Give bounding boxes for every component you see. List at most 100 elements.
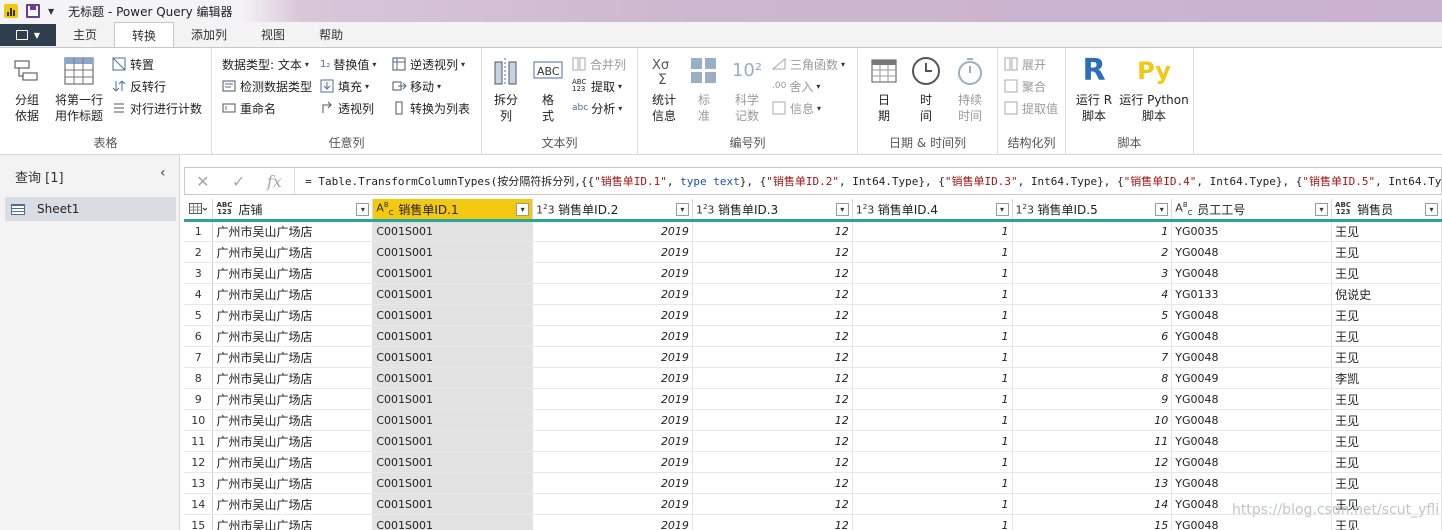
- table-cell[interactable]: YG0048: [1171, 451, 1333, 473]
- table-cell[interactable]: 2019: [532, 493, 693, 515]
- table-cell[interactable]: C001S001: [372, 388, 534, 410]
- table-cell[interactable]: 8: [1012, 367, 1173, 389]
- table-cell[interactable]: 广州市吴山广场店: [212, 262, 374, 284]
- standard-button[interactable]: 标 准: [688, 56, 720, 124]
- table-cell[interactable]: 2019: [532, 514, 693, 530]
- count-rows-button[interactable]: 对行进行计数: [112, 99, 202, 117]
- table-cell[interactable]: 2019: [532, 220, 693, 242]
- table-cell[interactable]: 王见: [1331, 262, 1442, 284]
- table-cell[interactable]: 12: [692, 325, 853, 347]
- table-cell[interactable]: 2019: [532, 241, 693, 263]
- table-cell[interactable]: 1: [852, 241, 1013, 263]
- table-cell[interactable]: 广州市吴山广场店: [212, 430, 374, 452]
- column-header[interactable]: 123 销售单ID.2 ▾: [532, 199, 693, 222]
- table-cell[interactable]: C001S001: [372, 430, 534, 452]
- table-cell[interactable]: 广州市吴山广场店: [212, 304, 374, 326]
- table-menu-button[interactable]: [184, 199, 214, 222]
- table-cell[interactable]: YG0048: [1171, 304, 1333, 326]
- table-cell[interactable]: 12: [692, 262, 853, 284]
- table-cell[interactable]: 12: [692, 388, 853, 410]
- table-cell[interactable]: C001S001: [372, 367, 534, 389]
- table-cell[interactable]: 2019: [532, 451, 693, 473]
- table-cell[interactable]: C001S001: [372, 493, 534, 515]
- merge-columns-button[interactable]: 合并列: [572, 55, 626, 73]
- information-button[interactable]: 信息 ▾: [772, 99, 821, 117]
- aggregate-button[interactable]: 聚合: [1004, 77, 1046, 95]
- table-cell[interactable]: 王见: [1331, 451, 1442, 473]
- extract-button[interactable]: ABC 123 提取 ▾: [572, 77, 622, 95]
- column-type-icon[interactable]: ABC 123: [216, 202, 233, 216]
- confirm-formula-icon[interactable]: ✓: [221, 168, 257, 194]
- table-cell[interactable]: 12: [692, 304, 853, 326]
- fill-button[interactable]: 填充 ▾: [320, 77, 369, 95]
- table-cell[interactable]: YG0133: [1171, 283, 1333, 305]
- table-cell[interactable]: 李凯: [1331, 367, 1442, 389]
- column-header[interactable]: 123 销售单ID.3 ▾: [692, 199, 853, 222]
- table-cell[interactable]: 广州市吴山广场店: [212, 325, 374, 347]
- file-menu-button[interactable]: ▼: [0, 24, 56, 46]
- column-header[interactable]: ABC 员工工号 ▾: [1171, 199, 1333, 222]
- table-cell[interactable]: YG0048: [1171, 241, 1333, 263]
- tab-view[interactable]: 视图: [244, 22, 302, 47]
- table-cell[interactable]: 2019: [532, 304, 693, 326]
- column-type-icon[interactable]: ABC: [376, 201, 393, 217]
- table-cell[interactable]: 王见: [1331, 472, 1442, 494]
- table-cell[interactable]: 2019: [532, 346, 693, 368]
- table-cell[interactable]: 12: [692, 451, 853, 473]
- table-cell[interactable]: 2: [1012, 241, 1173, 263]
- table-cell[interactable]: YG0048: [1171, 388, 1333, 410]
- table-cell[interactable]: 广州市吴山广场店: [212, 220, 374, 242]
- scientific-button[interactable]: 10² 科学 记数: [726, 56, 768, 124]
- table-cell[interactable]: 12: [1012, 451, 1173, 473]
- table-cell[interactable]: C001S001: [372, 514, 534, 530]
- table-cell[interactable]: 10: [1012, 409, 1173, 431]
- parse-button[interactable]: abc 分析 ▾: [572, 99, 622, 117]
- column-type-icon[interactable]: ABC: [1175, 201, 1192, 217]
- table-cell[interactable]: 3: [1012, 262, 1173, 284]
- column-type-icon[interactable]: 123: [856, 204, 874, 216]
- table-cell[interactable]: 广州市吴山广场店: [212, 472, 374, 494]
- cancel-formula-icon[interactable]: ✕: [185, 168, 221, 194]
- group-by-button[interactable]: 分组 依据: [8, 56, 46, 124]
- table-cell[interactable]: 广州市吴山广场店: [212, 346, 374, 368]
- table-cell[interactable]: 1: [852, 367, 1013, 389]
- tab-help[interactable]: 帮助: [302, 22, 360, 47]
- table-cell[interactable]: 2019: [532, 388, 693, 410]
- table-cell[interactable]: 12: [692, 409, 853, 431]
- table-cell[interactable]: 2019: [532, 325, 693, 347]
- column-filter-dropdown-icon[interactable]: ▾: [1425, 203, 1438, 216]
- table-cell[interactable]: 广州市吴山广场店: [212, 451, 374, 473]
- tab-home[interactable]: 主页: [56, 22, 114, 47]
- table-cell[interactable]: 7: [1012, 346, 1173, 368]
- table-cell[interactable]: C001S001: [372, 325, 534, 347]
- tab-transform[interactable]: 转换: [114, 22, 175, 48]
- column-filter-dropdown-icon[interactable]: ▾: [675, 203, 689, 216]
- table-cell[interactable]: YG0048: [1171, 472, 1333, 494]
- table-cell[interactable]: 1: [852, 388, 1013, 410]
- table-cell[interactable]: 王见: [1331, 388, 1442, 410]
- table-cell[interactable]: 1: [852, 283, 1013, 305]
- table-cell[interactable]: 15: [1012, 514, 1173, 530]
- column-header[interactable]: 123 销售单ID.5 ▾: [1012, 199, 1173, 222]
- formula-input[interactable]: = Table.TransformColumnTypes(按分隔符拆分列,{{"…: [295, 173, 1441, 189]
- table-cell[interactable]: 2019: [532, 283, 693, 305]
- table-cell[interactable]: 13: [1012, 472, 1173, 494]
- table-cell[interactable]: 1: [852, 409, 1013, 431]
- date-button[interactable]: 日 期: [866, 56, 902, 124]
- table-cell[interactable]: C001S001: [372, 472, 534, 494]
- table-cell[interactable]: YG0035: [1171, 220, 1333, 242]
- table-cell[interactable]: 1: [1012, 220, 1173, 242]
- rename-button[interactable]: 重命名: [222, 99, 276, 117]
- column-filter-dropdown-icon[interactable]: ▾: [1315, 203, 1329, 216]
- convert-to-list-button[interactable]: 转换为列表: [392, 99, 470, 117]
- split-column-button[interactable]: 拆分 列: [488, 56, 524, 124]
- query-item-sheet1[interactable]: Sheet1: [5, 197, 176, 221]
- table-cell[interactable]: C001S001: [372, 262, 534, 284]
- statistics-button[interactable]: Xσ Σ 统计 信息: [646, 56, 682, 124]
- run-r-script-button[interactable]: R 运行 R 脚本: [1072, 56, 1116, 124]
- table-cell[interactable]: 5: [1012, 304, 1173, 326]
- table-cell[interactable]: 12: [692, 367, 853, 389]
- table-cell[interactable]: 12: [692, 472, 853, 494]
- table-cell[interactable]: 广州市吴山广场店: [212, 493, 374, 515]
- table-cell[interactable]: 1: [852, 346, 1013, 368]
